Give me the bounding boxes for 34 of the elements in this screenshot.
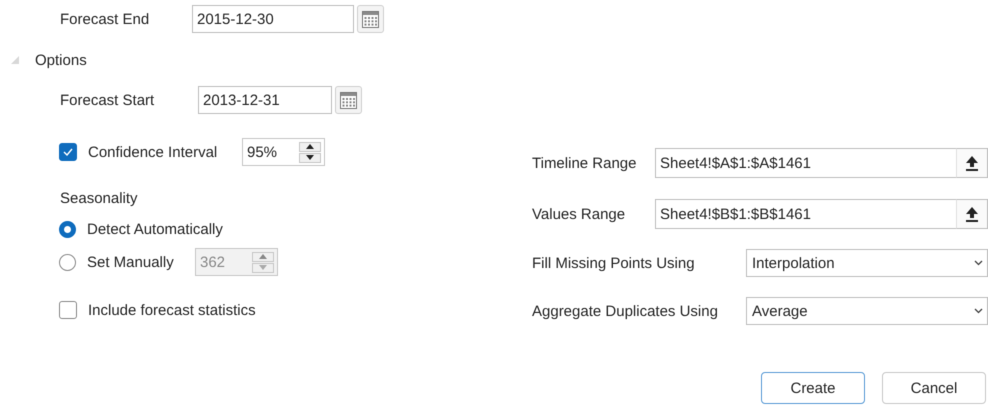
upload-icon	[965, 206, 979, 222]
field-label: Timeline Range	[532, 154, 638, 172]
check-icon	[63, 148, 73, 156]
calendar-icon	[361, 10, 380, 28]
upload-icon	[965, 155, 979, 171]
dropdown[interactable]: Interpolation	[746, 249, 988, 277]
dropdown[interactable]: Average	[746, 297, 988, 325]
chevron-down-icon	[974, 308, 983, 314]
cancel-button[interactable]: Cancel	[882, 372, 986, 404]
field-label: Forecast Start	[60, 92, 156, 108]
checkbox[interactable]	[59, 301, 77, 319]
checkbox-label: Confidence Interval	[88, 144, 218, 160]
field-label: Aggregate Duplicates Using	[532, 302, 719, 320]
range-field[interactable]: Sheet4!$A$1:$A$1461	[655, 148, 956, 178]
calendar-icon	[339, 90, 358, 110]
checkbox[interactable]	[59, 143, 77, 161]
field-label: Forecast End	[60, 10, 150, 28]
calendar-button[interactable]	[357, 5, 384, 33]
group-label: Seasonality	[60, 190, 138, 206]
checkbox-label: Include forecast statistics	[88, 302, 256, 318]
date-field[interactable]: 2015-12-30	[192, 5, 354, 33]
section-title: Options	[35, 52, 87, 68]
calendar-button[interactable]	[335, 86, 362, 114]
chevron-down-icon	[974, 260, 983, 266]
radio-label: Detect Automatically	[87, 220, 223, 238]
create-button[interactable]: Create	[761, 372, 865, 404]
collapse-button[interactable]	[956, 148, 988, 178]
radio-button[interactable]	[59, 220, 76, 238]
field-label: Values Range	[532, 206, 626, 222]
field-label: Fill Missing Points Using	[532, 254, 696, 272]
range-field[interactable]: Sheet4!$B$1:$B$1461	[655, 199, 956, 229]
date-field[interactable]: 2013-12-31	[198, 86, 332, 114]
radio-label: Set Manually	[87, 254, 175, 270]
collapse-button[interactable]	[956, 199, 988, 229]
